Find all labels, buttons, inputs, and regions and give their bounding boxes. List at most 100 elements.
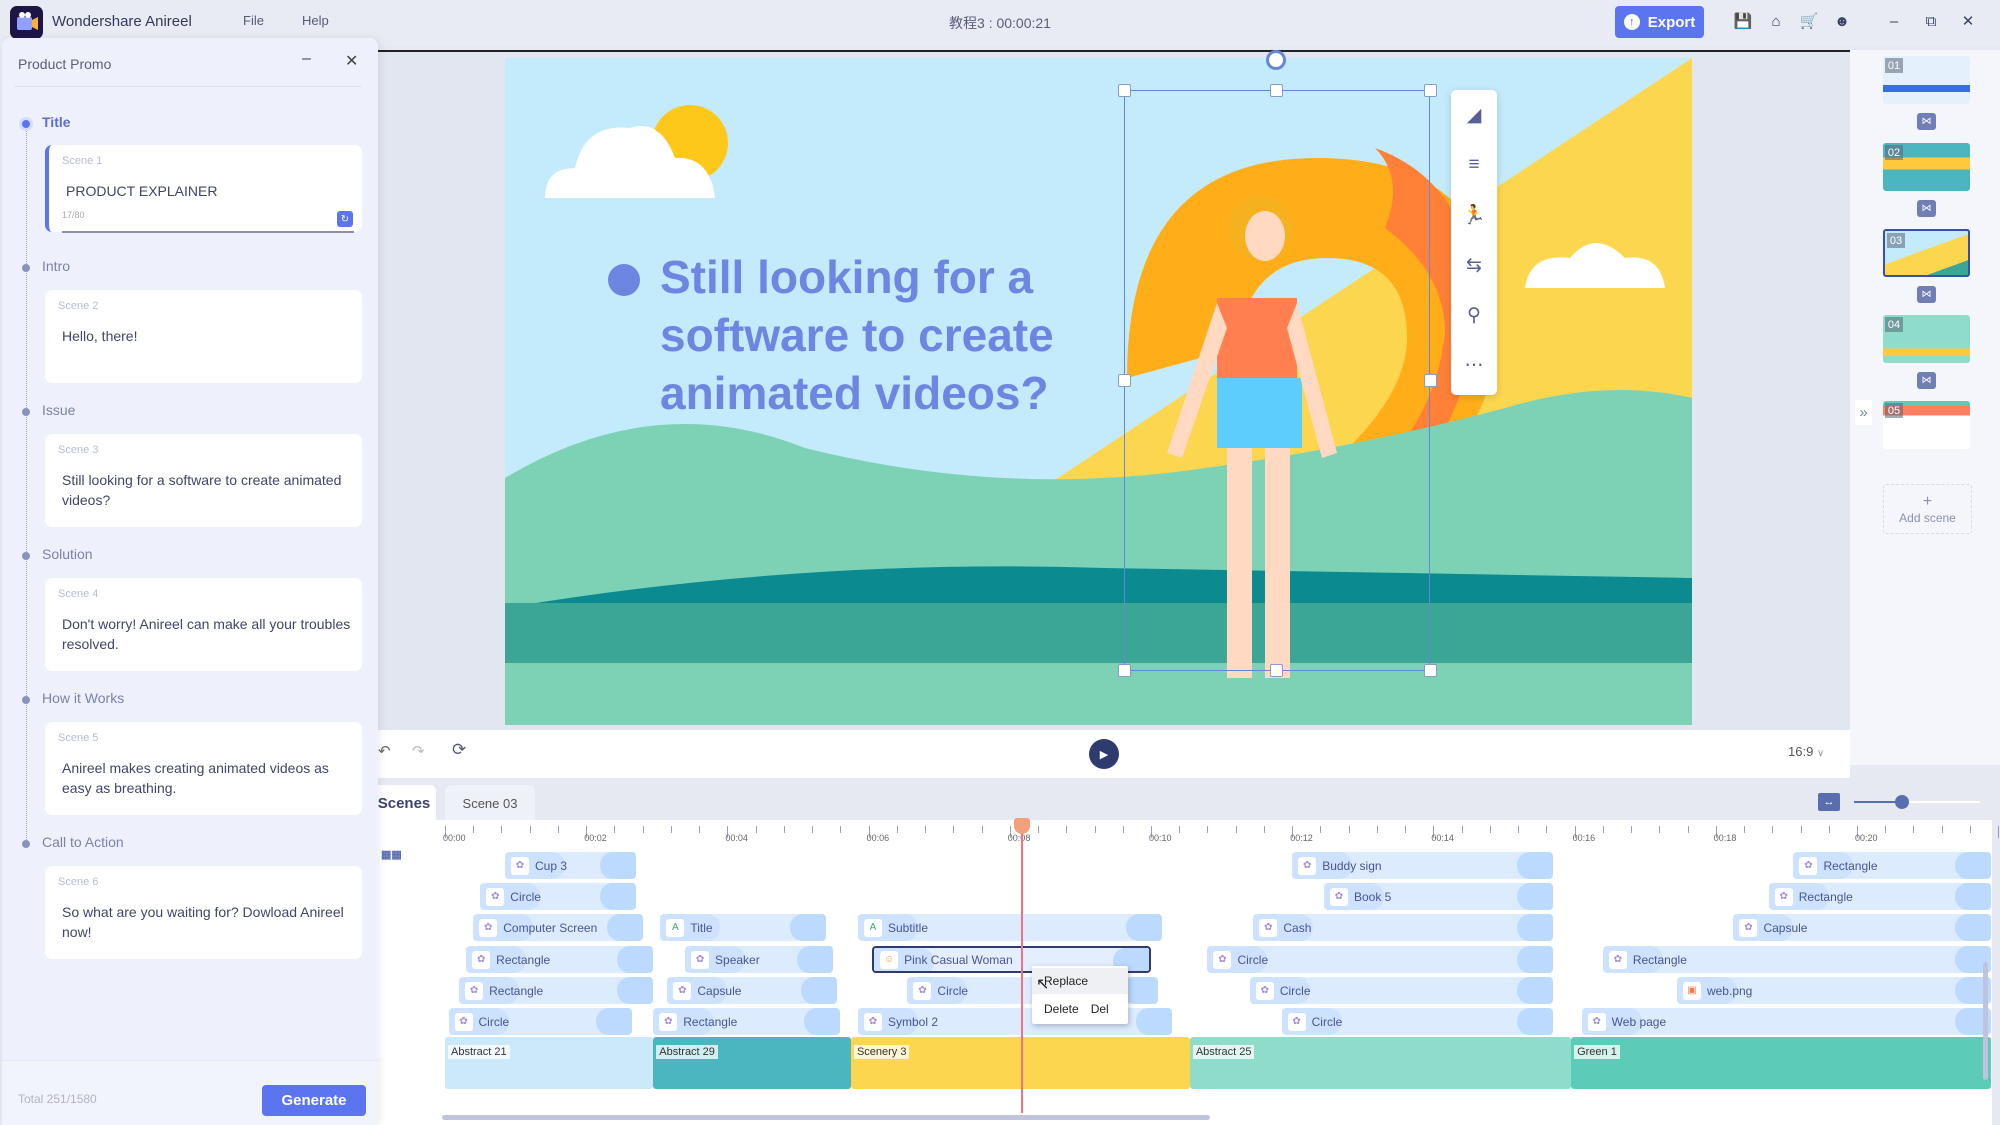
timeline-clip[interactable]: ✿ Rectangle <box>1602 946 1992 973</box>
aspect-ratio-select[interactable]: 16:9 ∨ <box>1788 744 1824 759</box>
playhead[interactable] <box>1021 820 1023 1113</box>
timeline-clip[interactable]: ✿ Circle <box>480 883 636 910</box>
timeline-clip[interactable]: ✿ Capsule <box>1733 914 1992 941</box>
clip-out-handle[interactable] <box>804 1008 841 1035</box>
scene-text[interactable]: Hello, there! <box>62 326 352 346</box>
selection-box[interactable] <box>1124 90 1430 671</box>
fit-timeline-icon[interactable]: ↔ <box>1818 793 1840 811</box>
minimize-window-icon[interactable]: – <box>1883 10 1905 32</box>
generate-button[interactable]: Generate <box>262 1085 366 1116</box>
zoom-slider-handle[interactable] <box>1895 795 1909 809</box>
scene-thumb[interactable]: 05 <box>1883 401 1970 449</box>
clip-out-handle[interactable] <box>1125 914 1162 941</box>
add-scene-button[interactable]: + Add scene <box>1883 484 1972 534</box>
timeline-clip[interactable]: ✿ Circle <box>1249 977 1554 1004</box>
expand-panel-icon[interactable]: » <box>1855 400 1872 425</box>
timeline-clip[interactable]: ✿ Buddy sign <box>1292 852 1554 879</box>
clip-out-handle[interactable] <box>617 977 654 1004</box>
timeline-clip[interactable]: ✿ Book 5 <box>1323 883 1554 910</box>
scene-thumb[interactable]: 04 <box>1883 315 1970 363</box>
scene-script-card[interactable]: Scene 2 Hello, there! <box>45 290 362 383</box>
timeline-clip[interactable]: ✿ Rectangle <box>1768 883 1992 910</box>
scene-script-card[interactable]: Scene 1 PRODUCT EXPLAINER 17/80 ↻ <box>45 145 362 233</box>
flip-icon[interactable]: ◢ <box>1451 98 1497 132</box>
clip-out-handle[interactable] <box>1517 946 1554 973</box>
timeline-clip[interactable]: ✿ Rectangle <box>459 977 654 1004</box>
clip-out-handle[interactable] <box>599 852 636 879</box>
transition-icon[interactable]: ⋈ <box>1917 372 1936 389</box>
play-button[interactable]: ▶ <box>1089 739 1119 769</box>
timeline-clip[interactable]: ✿ Capsule <box>667 977 837 1004</box>
section-label[interactable]: Solution <box>42 546 93 562</box>
resize-handle[interactable] <box>1270 664 1283 677</box>
background-clip[interactable]: Abstract 29 <box>653 1037 851 1089</box>
resize-handle[interactable] <box>1118 664 1131 677</box>
animation-icon[interactable]: 🏃 <box>1451 198 1497 232</box>
close-window-icon[interactable]: ✕ <box>1957 10 1979 32</box>
undo-icon[interactable]: ↶ <box>378 742 391 760</box>
scene-text[interactable]: Don't worry! Anireel can make all your t… <box>62 614 352 654</box>
horizontal-scrollbar[interactable] <box>442 1115 1210 1120</box>
timeline-clip[interactable]: ✿ Cash <box>1253 914 1554 941</box>
home-icon[interactable]: ⌂ <box>1765 10 1787 32</box>
timeline-clip[interactable]: ✿ Computer Screen <box>473 914 643 941</box>
replay-icon[interactable]: ⟳ <box>452 740 466 760</box>
cart-icon[interactable]: 🛒 <box>1798 10 1820 32</box>
resize-handle[interactable] <box>1424 664 1437 677</box>
resize-handle[interactable] <box>1118 374 1131 387</box>
clip-out-handle[interactable] <box>617 946 654 973</box>
timeline-clip[interactable]: ✿ Web page <box>1581 1008 1992 1035</box>
clip-out-handle[interactable] <box>1517 977 1554 1004</box>
scene-script-card[interactable]: Scene 4 Don't worry! Anireel can make all… <box>45 578 362 671</box>
scene-script-card[interactable]: Scene 5 Anireel makes creating animated v… <box>45 722 362 815</box>
layers-icon[interactable]: ≡ <box>1451 148 1497 182</box>
rotate-handle-icon[interactable] <box>1266 50 1286 70</box>
clip-out-handle[interactable] <box>596 1008 633 1035</box>
timeline-ruler[interactable]: 00:00 00:02 00:04 00:06 00:08 00:10 00:12 00:14… <box>443 820 2000 852</box>
clip-out-handle[interactable] <box>606 914 643 941</box>
section-label[interactable]: Issue <box>42 402 75 418</box>
timeline-clip[interactable]: ✿ Rectangle <box>1793 852 1992 879</box>
scene-thumb[interactable]: 02 <box>1883 143 1970 191</box>
clip-out-handle[interactable] <box>790 914 827 941</box>
menu-item-delete[interactable]: Delete Del <box>1032 996 1128 1022</box>
tab-scenes[interactable]: Scenes <box>372 785 436 821</box>
clip-out-handle[interactable] <box>1517 852 1554 879</box>
playhead-handle[interactable] <box>1014 818 1030 834</box>
background-clip[interactable]: Green 1 <box>1571 1037 1992 1089</box>
regenerate-icon[interactable]: ↻ <box>337 211 353 227</box>
timeline-clip[interactable]: A Subtitle <box>858 914 1162 941</box>
scene-text[interactable]: Still looking for a software to create a… <box>62 470 352 510</box>
clip-out-handle[interactable] <box>1517 1008 1554 1035</box>
scene-thumb-selected[interactable]: 03 <box>1883 229 1970 277</box>
user-icon[interactable]: ☻ <box>1831 10 1853 32</box>
transition-icon[interactable]: ⋈ <box>1917 200 1936 217</box>
resize-handle[interactable] <box>1270 84 1283 97</box>
clip-out-handle[interactable] <box>599 883 636 910</box>
clip-out-handle[interactable] <box>1517 883 1554 910</box>
transition-icon[interactable]: ⋈ <box>1917 113 1936 130</box>
more-icon[interactable]: ⋯ <box>1451 348 1497 382</box>
clip-out-handle[interactable] <box>797 946 834 973</box>
timeline-clip[interactable]: ▣ web.png <box>1676 977 1992 1004</box>
transition-icon[interactable]: ⋈ <box>1917 286 1936 303</box>
clip-out-handle[interactable] <box>800 977 837 1004</box>
resize-handle[interactable] <box>1118 84 1131 97</box>
export-button[interactable]: ↑ Export <box>1615 6 1704 38</box>
timeline-clip[interactable]: ✿ Speaker <box>685 946 834 973</box>
scene-thumb[interactable]: 01 <box>1883 56 1970 104</box>
resize-handle[interactable] <box>1424 374 1437 387</box>
section-label[interactable]: How it Works <box>42 690 124 706</box>
vertical-scrollbar[interactable] <box>1983 962 1988 1080</box>
timeline-clip[interactable]: ✿ Circle <box>1281 1008 1554 1035</box>
path-icon[interactable]: ⚲ <box>1451 298 1497 332</box>
timeline-clip[interactable]: ✿ Rectangle <box>466 946 654 973</box>
transition-icon[interactable]: ⇆ <box>1451 248 1497 282</box>
clip-out-handle[interactable] <box>1955 852 1992 879</box>
close-panel-icon[interactable]: ✕ <box>345 51 358 71</box>
save-icon[interactable]: 💾 <box>1732 10 1754 32</box>
section-label[interactable]: Title <box>42 114 71 130</box>
scene-script-card[interactable]: Scene 3 Still looking for a software to c… <box>45 434 362 527</box>
section-label[interactable]: Intro <box>42 258 70 274</box>
background-clip[interactable]: Abstract 21 <box>445 1037 654 1089</box>
